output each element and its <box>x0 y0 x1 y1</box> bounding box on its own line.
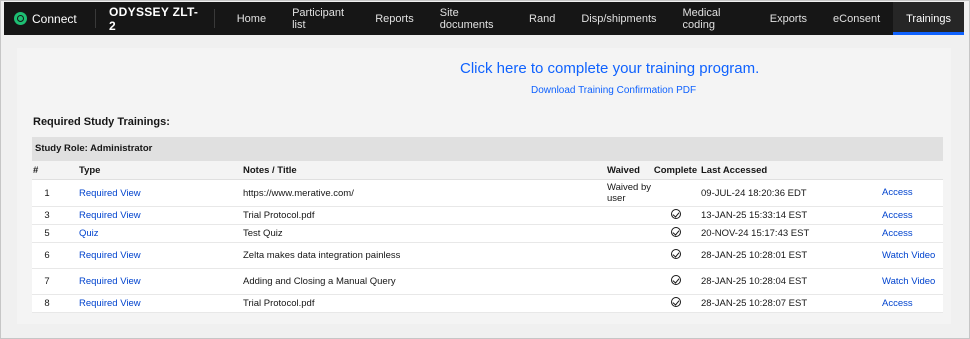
row-notes: Trial Protocol.pdf <box>243 210 315 221</box>
header-type: Type <box>79 164 101 176</box>
nav-item-trainings[interactable]: Trainings <box>893 2 964 35</box>
access-link[interactable]: Access <box>879 298 943 309</box>
header-last-accessed: Last Accessed <box>701 164 768 176</box>
row-num: 1 <box>44 187 50 199</box>
access-link[interactable]: Access <box>879 210 943 221</box>
row-notes: Trial Protocol.pdf <box>243 298 315 309</box>
row-num: 8 <box>44 298 50 309</box>
check-circle-icon <box>670 227 681 237</box>
row-num: 3 <box>44 210 50 221</box>
trainings-table: # Type Notes / Title Waived Complete Las… <box>32 161 943 313</box>
check-circle-icon <box>670 209 681 219</box>
study-role-bar: Study Role: Administrator <box>32 137 943 161</box>
header-notes: Notes / Title <box>243 164 297 176</box>
row-num: 6 <box>44 250 50 261</box>
watch-video-link[interactable]: Watch Video <box>879 250 943 261</box>
row-last-accessed: 13-JAN-25 15:33:14 EST <box>701 210 808 221</box>
row-complete <box>652 297 699 310</box>
download-pdf-link[interactable]: Download Training Confirmation PDF <box>531 85 696 96</box>
table-row: 8 Required View Trial Protocol.pdf 28-JA… <box>32 295 943 313</box>
row-last-accessed: 28-JAN-25 10:28:01 EST <box>701 250 808 261</box>
watch-video-link[interactable]: Watch Video <box>879 276 943 287</box>
brand-label: Connect <box>32 11 77 26</box>
nav-item-site-documents[interactable]: Site documents <box>427 2 516 35</box>
row-type: Required View <box>79 250 141 261</box>
nav-items: Home Participant list Reports Site docum… <box>224 2 964 35</box>
row-num: 5 <box>44 228 50 239</box>
table-row: 3 Required View Trial Protocol.pdf 13-JA… <box>32 207 943 225</box>
table-header: # Type Notes / Title Waived Complete Las… <box>32 161 943 180</box>
table-row: 1 Required View https://www.merative.com… <box>32 180 943 207</box>
header-num: # <box>33 164 39 176</box>
complete-training-link[interactable]: Click here to complete your training pro… <box>460 60 759 77</box>
row-complete <box>652 227 699 240</box>
access-link[interactable]: Access <box>879 188 943 198</box>
nav-item-medical-coding[interactable]: Medical coding <box>670 2 757 35</box>
row-num: 7 <box>44 276 50 287</box>
check-circle-icon <box>670 275 681 285</box>
row-notes: https://www.merative.com/ <box>243 187 354 199</box>
row-last-accessed: 09-JUL-24 18:20:36 EDT <box>701 187 807 199</box>
header-waived: Waived <box>607 164 640 176</box>
table-row: 7 Required View Adding and Closing a Man… <box>32 269 943 295</box>
row-type: Required View <box>79 298 141 309</box>
nav-item-reports[interactable]: Reports <box>362 2 427 35</box>
table-row: 6 Required View Zelta makes data integra… <box>32 243 943 269</box>
brand[interactable]: Connect <box>4 2 95 35</box>
nav-item-rand[interactable]: Rand <box>516 2 568 35</box>
row-type: Required View <box>79 210 141 221</box>
row-complete <box>652 275 699 288</box>
row-last-accessed: 20-NOV-24 15:17:43 EST <box>701 228 810 239</box>
check-circle-icon <box>670 249 681 259</box>
row-waived: Waived by user <box>607 182 651 204</box>
nav-item-disp-shipments[interactable]: Disp/shipments <box>568 2 669 35</box>
section-title: Required Study Trainings: <box>33 116 170 128</box>
nav-item-home[interactable]: Home <box>224 2 279 35</box>
table-row: 5 Quiz Test Quiz 20-NOV-24 15:17:43 EST … <box>32 225 943 243</box>
top-navigation: Connect ODYSSEY ZLT-2 Home Participant l… <box>4 2 964 35</box>
row-complete <box>652 249 699 262</box>
row-notes: Test Quiz <box>243 228 283 239</box>
row-last-accessed: 28-JAN-25 10:28:04 EST <box>701 276 808 287</box>
row-notes: Adding and Closing a Manual Query <box>243 276 396 287</box>
nav-item-econsent[interactable]: eConsent <box>820 2 893 35</box>
connect-logo-icon <box>14 12 27 25</box>
row-type: Required View <box>79 276 141 287</box>
nav-item-participant-list[interactable]: Participant list <box>279 2 362 35</box>
study-name: ODYSSEY ZLT-2 <box>95 5 215 33</box>
header-complete: Complete <box>653 164 698 176</box>
check-circle-icon <box>670 297 681 307</box>
nav-item-exports[interactable]: Exports <box>757 2 820 35</box>
row-complete <box>652 209 699 222</box>
row-last-accessed: 28-JAN-25 10:28:07 EST <box>701 298 808 309</box>
access-link[interactable]: Access <box>879 228 943 239</box>
row-type: Required View <box>79 187 141 199</box>
row-notes: Zelta makes data integration painless <box>243 250 401 261</box>
row-type: Quiz <box>79 228 99 239</box>
